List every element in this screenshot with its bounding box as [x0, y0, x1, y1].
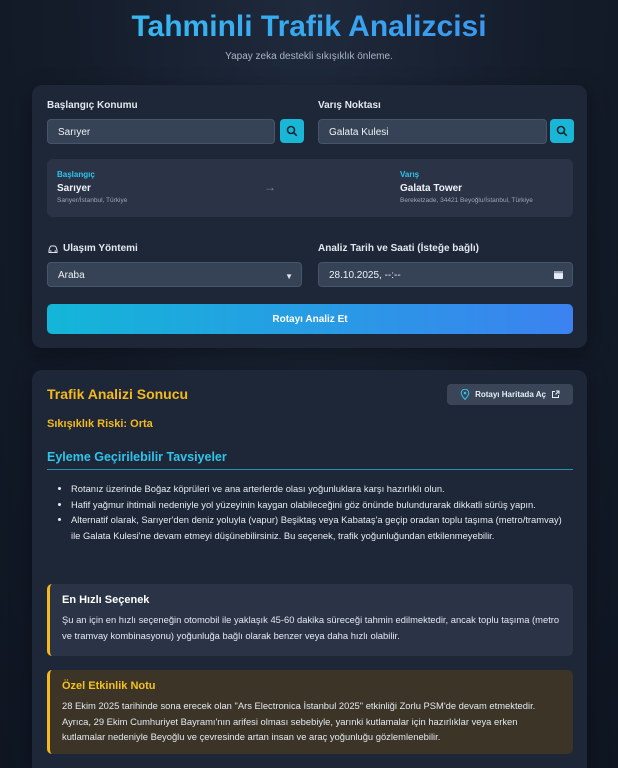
result-card: Trafik Analizi Sonucu Rotayı Haritada Aç…: [32, 370, 587, 768]
arrow-right-icon: →: [264, 180, 276, 194]
page-subtitle: Yapay zeka destekli sıkışıklık önleme.: [225, 51, 393, 62]
special-event-note: Özel Etkinlik Notu 28 Ekim 2025 tarihind…: [47, 670, 573, 754]
list-item: Hafif yağmur ihtimali nedeniyle yol yüze…: [71, 497, 569, 513]
car-icon: [48, 245, 58, 253]
summary-start-head: Başlangıç: [57, 170, 95, 179]
calendar-icon[interactable]: [553, 269, 564, 280]
analyze-route-button[interactable]: Rotayı Analiz Et: [47, 304, 573, 334]
summary-end-name: Galata Tower: [400, 183, 463, 194]
transport-mode-value: Araba: [58, 270, 85, 281]
page-title: Tahminli Trafik Analizcisi: [0, 10, 618, 44]
congestion-risk: Sıkışıklık Riski: Orta: [47, 418, 153, 430]
summary-end-address: Bereketzade, 34421 Beyoğlu/İstanbul, Tür…: [400, 197, 533, 204]
map-pin-icon: [460, 389, 470, 400]
fastest-option-body: Şu an için en hızlı seçeneğin otomobil i…: [62, 614, 560, 641]
start-location-input[interactable]: Sarıyer: [47, 119, 275, 144]
result-title: Trafik Analizi Sonucu: [47, 386, 189, 402]
open-map-label: Rotayı Haritada Aç: [475, 390, 546, 399]
route-summary: Başlangıç Sarıyer Sarıyer/İstanbul, Türk…: [47, 159, 573, 217]
route-form-card: Başlangıç Konumu Sarıyer Varış Noktası G…: [32, 85, 587, 348]
datetime-label: Analiz Tarih ve Saati (İsteğe bağlı): [318, 243, 479, 254]
special-event-title: Özel Etkinlik Notu: [62, 680, 156, 692]
open-map-button[interactable]: Rotayı Haritada Aç: [447, 384, 573, 405]
external-link-icon: [551, 390, 560, 398]
recommendations-title: Eyleme Geçirilebilir Tavsiyeler: [47, 450, 227, 464]
summary-start-name: Sarıyer: [57, 183, 91, 194]
search-icon: [286, 125, 298, 137]
fastest-option-title: En Hızlı Seçenek: [62, 594, 150, 606]
start-search-button[interactable]: [280, 119, 304, 143]
list-item: Rotanız üzerinde Boğaz köprüleri ve ana …: [71, 481, 569, 497]
divider: [47, 469, 573, 470]
transport-mode-label: Ulaşım Yöntemi: [63, 243, 138, 254]
datetime-input[interactable]: 28.10.2025, --:--: [318, 262, 573, 287]
recommendations-list: Rotanız üzerinde Boğaz köprüleri ve ana …: [59, 481, 569, 543]
destination-input[interactable]: Galata Kulesi: [318, 119, 547, 144]
special-event-body: 28 Ekim 2025 tarihinde sona erecek olan …: [62, 700, 536, 742]
summary-end-head: Varış: [400, 170, 420, 179]
transport-mode-select[interactable]: Araba ▼: [47, 262, 302, 287]
destination-label: Varış Noktası: [318, 100, 381, 111]
chevron-down-icon: ▼: [285, 272, 293, 281]
search-icon: [556, 125, 568, 137]
datetime-value: 28.10.2025, --:--: [329, 270, 401, 281]
fastest-option-note: En Hızlı Seçenek Şu an için en hızlı seç…: [47, 584, 573, 656]
list-item: Alternatif olarak, Sarıyer'den deniz yol…: [71, 512, 569, 543]
summary-start-address: Sarıyer/İstanbul, Türkiye: [57, 197, 128, 204]
start-location-label: Başlangıç Konumu: [47, 100, 138, 111]
transport-mode-label-row: Ulaşım Yöntemi: [47, 243, 138, 254]
destination-search-button[interactable]: [550, 119, 574, 143]
